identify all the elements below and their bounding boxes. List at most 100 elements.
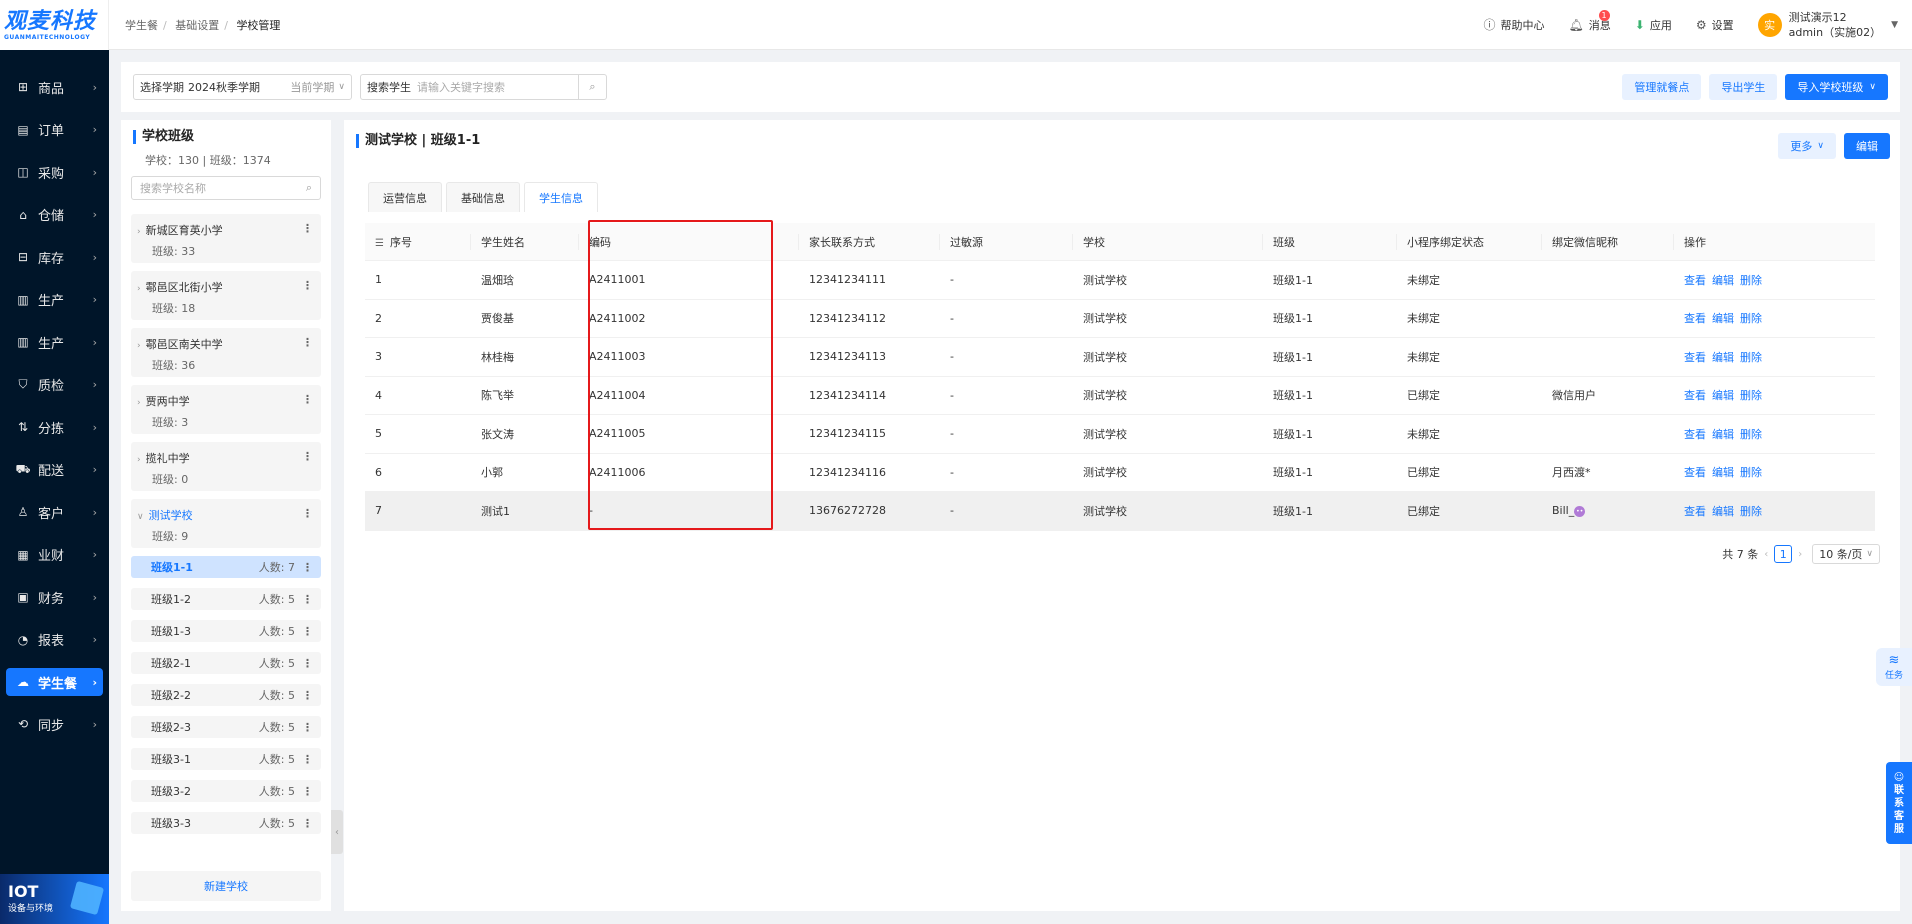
- delete-button[interactable]: 删除: [1740, 351, 1762, 364]
- menu-item-4[interactable]: ⊟ 库存 ›: [0, 236, 109, 279]
- menu-item-14[interactable]: ☁ 学生餐 ›: [6, 668, 103, 696]
- breadcrumb-item[interactable]: 基础设置: [175, 19, 219, 32]
- manage-pickup-button[interactable]: 管理就餐点: [1622, 74, 1702, 100]
- school-item[interactable]: › 新城区育英小学 班级: 33 ⋮: [131, 214, 321, 263]
- school-item[interactable]: › 揽礼中学 班级: 0 ⋮: [131, 442, 321, 491]
- edit-row-button[interactable]: 编辑: [1712, 351, 1734, 364]
- more-vertical-icon[interactable]: ⋮: [302, 222, 313, 235]
- delete-button[interactable]: 删除: [1740, 312, 1762, 325]
- menu-item-6[interactable]: ▥ 生产 ›: [0, 321, 109, 364]
- school-search-input[interactable]: 搜索学校名称 ⌕: [131, 176, 321, 200]
- class-item[interactable]: 班级2-3 人数: 5 ⋮: [131, 716, 321, 738]
- edit-row-button[interactable]: 编辑: [1712, 274, 1734, 287]
- class-item[interactable]: 班级2-2 人数: 5 ⋮: [131, 684, 321, 706]
- class-item[interactable]: 班级3-3 人数: 5 ⋮: [131, 812, 321, 834]
- tab-1[interactable]: 基础信息: [446, 182, 520, 212]
- view-button[interactable]: 查看: [1684, 505, 1706, 518]
- edit-row-button[interactable]: 编辑: [1712, 466, 1734, 479]
- class-item[interactable]: 班级1-3 人数: 5 ⋮: [131, 620, 321, 642]
- tab-2[interactable]: 学生信息: [524, 182, 598, 212]
- breadcrumb-item[interactable]: 学生餐: [125, 19, 158, 32]
- prev-page-icon[interactable]: ‹: [1764, 549, 1768, 560]
- edit-row-button[interactable]: 编辑: [1712, 428, 1734, 441]
- help-center-link[interactable]: ⓘ 帮助中心: [1484, 16, 1545, 33]
- delete-button[interactable]: 删除: [1740, 389, 1762, 402]
- next-page-icon[interactable]: ›: [1798, 549, 1802, 560]
- view-button[interactable]: 查看: [1684, 428, 1706, 441]
- school-item[interactable]: › 贾两中学 班级: 3 ⋮: [131, 385, 321, 434]
- menu-item-10[interactable]: ♙ 客户 ›: [0, 491, 109, 534]
- column-settings-icon[interactable]: ☰: [375, 238, 384, 249]
- view-button[interactable]: 查看: [1684, 466, 1706, 479]
- menu-item-13[interactable]: ◔ 报表 ›: [0, 619, 109, 662]
- more-vertical-icon[interactable]: ⋮: [302, 279, 313, 292]
- class-item[interactable]: 班级1-2 人数: 5 ⋮: [131, 588, 321, 610]
- more-vertical-icon[interactable]: ⋮: [302, 785, 313, 798]
- more-vertical-icon[interactable]: ⋮: [302, 450, 313, 463]
- page-size-select[interactable]: 10 条/页 ∨: [1812, 544, 1880, 564]
- logo[interactable]: 观麦科技 GUANMAITECHNOLOGY: [0, 0, 109, 50]
- task-float-button[interactable]: ≋ 任务: [1876, 648, 1912, 686]
- view-button[interactable]: 查看: [1684, 389, 1706, 402]
- apps-link[interactable]: ⬇ 应用: [1635, 17, 1672, 33]
- iot-panel[interactable]: IOT 设备与环境: [0, 874, 109, 924]
- edit-button[interactable]: 编辑: [1844, 133, 1890, 159]
- more-vertical-icon[interactable]: ⋮: [302, 721, 313, 734]
- page-1[interactable]: 1: [1774, 545, 1793, 563]
- tab-0[interactable]: 运营信息: [368, 182, 442, 212]
- class-item[interactable]: 班级3-2 人数: 5 ⋮: [131, 780, 321, 802]
- more-vertical-icon[interactable]: ⋮: [302, 593, 313, 606]
- menu-item-3[interactable]: ⌂ 仓储 ›: [0, 194, 109, 237]
- edit-row-button[interactable]: 编辑: [1712, 389, 1734, 402]
- menu-item-11[interactable]: ▦ 业财 ›: [0, 534, 109, 577]
- view-button[interactable]: 查看: [1684, 351, 1706, 364]
- menu-item-12[interactable]: ▣ 财务 ›: [0, 576, 109, 619]
- menu-item-9[interactable]: ⛟ 配送 ›: [0, 449, 109, 492]
- more-vertical-icon[interactable]: ⋮: [302, 336, 313, 349]
- menu-item-1[interactable]: ▤ 订单 ›: [0, 109, 109, 152]
- more-vertical-icon[interactable]: ⋮: [302, 393, 313, 406]
- more-button[interactable]: 更多 ∨: [1778, 133, 1836, 159]
- edit-row-button[interactable]: 编辑: [1712, 505, 1734, 518]
- delete-button[interactable]: 删除: [1740, 466, 1762, 479]
- avatar[interactable]: 实: [1757, 12, 1782, 37]
- more-vertical-icon[interactable]: ⋮: [302, 625, 313, 638]
- class-item[interactable]: 班级3-1 人数: 5 ⋮: [131, 748, 321, 770]
- settings-link[interactable]: ⚙ 设置: [1696, 17, 1734, 33]
- term-select[interactable]: 选择学期 2024秋季学期 当前学期 ∨: [133, 74, 352, 100]
- export-students-button[interactable]: 导出学生: [1709, 74, 1778, 100]
- menu-item-7[interactable]: ⛉ 质检 ›: [0, 364, 109, 407]
- school-item[interactable]: ∨ 测试学校 班级: 9 ⋮: [131, 499, 321, 548]
- search-input[interactable]: 请输入关键字搜索: [417, 79, 578, 95]
- chevron-down-icon[interactable]: ▼: [1891, 20, 1898, 30]
- student-search[interactable]: 搜索学生 请输入关键字搜索 ⌕: [360, 74, 607, 100]
- class-item[interactable]: 班级2-1 人数: 5 ⋮: [131, 652, 321, 674]
- delete-button[interactable]: 删除: [1740, 505, 1762, 518]
- messages-link[interactable]: 🔔︎ 消息 1: [1569, 9, 1611, 33]
- more-vertical-icon[interactable]: ⋮: [302, 507, 313, 520]
- school-item[interactable]: › 鄠邑区北街小学 班级: 18 ⋮: [131, 271, 321, 320]
- more-vertical-icon[interactable]: ⋮: [302, 817, 313, 830]
- menu-item-15[interactable]: ⟲ 同步 ›: [0, 703, 109, 746]
- collapse-handle[interactable]: ‹: [331, 810, 343, 854]
- import-classes-button[interactable]: 导入学校班级 ∨: [1785, 74, 1888, 100]
- view-button[interactable]: 查看: [1684, 312, 1706, 325]
- menu-item-0[interactable]: ⊞ 商品 ›: [0, 66, 109, 109]
- user-info[interactable]: 测试演示12 admin（实施02）: [1789, 10, 1881, 40]
- class-item[interactable]: 班级1-1 人数: 7 ⋮: [131, 556, 321, 578]
- menu-item-2[interactable]: ◫ 采购 ›: [0, 151, 109, 194]
- more-vertical-icon[interactable]: ⋮: [302, 657, 313, 670]
- view-button[interactable]: 查看: [1684, 274, 1706, 287]
- delete-button[interactable]: 删除: [1740, 274, 1762, 287]
- more-vertical-icon[interactable]: ⋮: [302, 689, 313, 702]
- more-vertical-icon[interactable]: ⋮: [302, 753, 313, 766]
- edit-row-button[interactable]: 编辑: [1712, 312, 1734, 325]
- delete-button[interactable]: 删除: [1740, 428, 1762, 441]
- contact-service-button[interactable]: ☺ 联 系 客 服: [1886, 762, 1912, 844]
- more-vertical-icon[interactable]: ⋮: [302, 561, 313, 574]
- menu-item-8[interactable]: ⇅ 分拣 ›: [0, 406, 109, 449]
- school-item[interactable]: › 鄠邑区南关中学 班级: 36 ⋮: [131, 328, 321, 377]
- search-icon[interactable]: ⌕: [578, 75, 606, 99]
- new-school-button[interactable]: 新建学校: [131, 871, 321, 901]
- menu-item-5[interactable]: ▥ 生产 ›: [0, 279, 109, 322]
